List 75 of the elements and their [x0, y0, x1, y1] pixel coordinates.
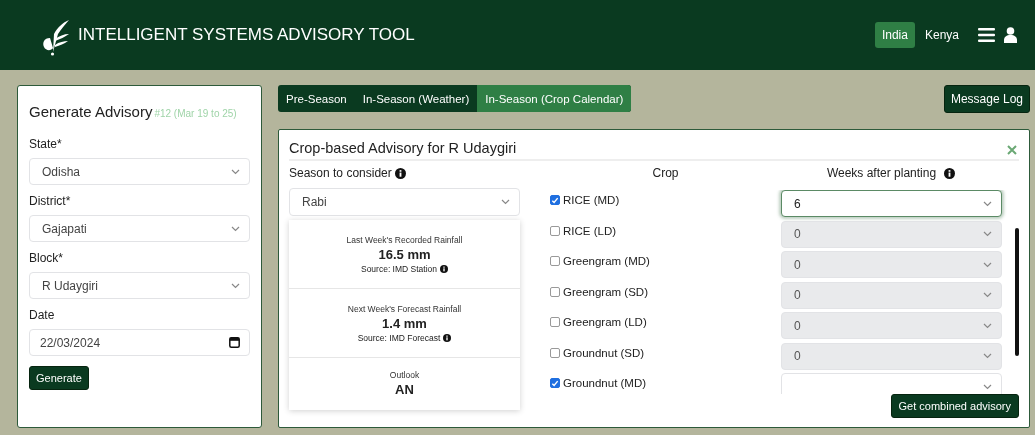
card-title: Generate Advisory	[29, 103, 153, 120]
crop-label: Groundnut (SD)	[563, 346, 645, 359]
week-label: #12 (Mar 19 to 25)	[154, 108, 237, 119]
calendar-icon	[229, 337, 240, 348]
checkbox[interactable]	[550, 347, 560, 358]
select-field[interactable]: R Udaygiri	[29, 272, 250, 299]
crop-label: Groundnut (MD)	[563, 377, 647, 389]
field-label: State*	[29, 137, 63, 151]
message-log-button[interactable]: Message Log	[943, 85, 1030, 113]
app-title: INTELLIGENT SYSTEMS ADVISORY TOOL	[78, 25, 415, 45]
stat-label: Outlook	[389, 369, 420, 380]
chevron-icon	[983, 322, 992, 329]
crop-label: Greengram (MD)	[563, 255, 650, 267]
checkbox[interactable]	[550, 225, 560, 236]
crop-label: Greengram (LD)	[563, 316, 647, 328]
select-field[interactable]: 0	[781, 342, 1002, 370]
stat-label: Next Week's Forecast Rainfall	[347, 303, 462, 314]
chevron-icon	[983, 261, 992, 268]
check-icon	[551, 378, 559, 388]
chevron-icon	[231, 168, 240, 175]
select-field[interactable]: 0	[781, 220, 1002, 248]
checkbox[interactable]	[550, 317, 560, 327]
stat-label: Last Week's Recorded Rainfall	[346, 234, 463, 245]
menu-icon	[978, 28, 995, 42]
country-tab[interactable]: India	[874, 22, 915, 48]
select-field[interactable]: 0	[781, 312, 1002, 339]
checkbox[interactable]	[550, 286, 560, 297]
checkbox[interactable]	[550, 378, 560, 388]
user-icon	[1004, 27, 1017, 43]
info-icon	[443, 333, 452, 342]
card-title: Crop-based Advisory for R Udaygiri	[289, 140, 517, 156]
chevron-icon	[983, 200, 992, 207]
select-field[interactable]: Rabi	[289, 188, 520, 216]
select-field[interactable]: 6	[781, 190, 1002, 217]
field-label: Date	[29, 308, 56, 322]
chevron-icon	[983, 383, 992, 390]
info-icon	[394, 167, 406, 179]
field-label: Block*	[29, 251, 64, 265]
date-field[interactable]: 22/03/2024	[29, 329, 250, 356]
chevron-icon	[231, 282, 240, 289]
info-icon	[440, 264, 449, 273]
field-label: District*	[29, 194, 72, 208]
select-field[interactable]: Gajapati	[29, 215, 250, 242]
chevron-icon	[983, 292, 992, 298]
combined-advisory-button[interactable]: Get combined advisory	[890, 394, 1019, 418]
tab[interactable]: In-Season (Crop Calendar)	[477, 85, 632, 112]
info-icon	[944, 167, 956, 179]
stat-value: 1.4 mm	[382, 315, 427, 331]
close-icon	[1007, 144, 1017, 155]
checkbox[interactable]	[550, 256, 560, 266]
country-tab[interactable]: Kenya	[917, 22, 966, 48]
check-icon	[551, 195, 559, 205]
column-header: Weeks after planting	[826, 166, 937, 180]
field-label: Season to consider	[289, 166, 392, 180]
crop-label: RICE (LD)	[563, 224, 617, 237]
column-header: Crop	[651, 166, 680, 180]
chevron-icon	[231, 225, 240, 232]
generate-button[interactable]: Generate	[29, 366, 89, 390]
tab[interactable]: Pre-Season	[278, 85, 355, 112]
chevron-icon	[983, 353, 992, 359]
logo-icon	[40, 18, 70, 56]
chevron-icon	[983, 231, 992, 237]
source-label: Source: IMD Station	[360, 263, 438, 274]
crop-label: Greengram (SD)	[563, 285, 648, 298]
crop-label: RICE (MD)	[563, 194, 620, 206]
select-field[interactable]: 0	[781, 281, 1002, 309]
tab[interactable]: In-Season (Weather)	[354, 85, 478, 112]
chevron-icon	[501, 199, 510, 205]
select-field[interactable]: 0	[781, 251, 1002, 278]
source-label: Source: IMD Forecast	[357, 332, 441, 343]
stat-value: 16.5 mm	[378, 246, 431, 262]
stat-value: AN	[395, 381, 414, 397]
checkbox[interactable]	[550, 195, 560, 205]
select-field[interactable]	[781, 373, 1002, 394]
select-field[interactable]: Odisha	[29, 158, 250, 185]
